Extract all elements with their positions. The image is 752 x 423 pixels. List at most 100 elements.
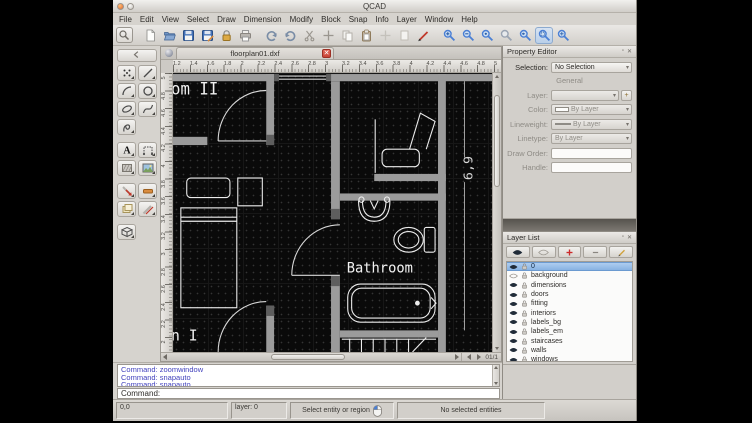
layer-row[interactable]: 0	[507, 262, 632, 271]
color-combo[interactable]: By Layer	[551, 104, 632, 115]
menu-window[interactable]: Window	[425, 15, 453, 24]
back-button[interactable]	[117, 49, 157, 62]
eye-icon[interactable]	[509, 292, 518, 298]
plus-red-button[interactable]	[558, 246, 582, 258]
menu-modify[interactable]: Modify	[290, 15, 314, 24]
layer-row[interactable]: windows	[507, 355, 632, 362]
tool-arc-button[interactable]	[117, 83, 136, 99]
handle-input[interactable]	[551, 162, 632, 173]
title-bar[interactable]: QCAD	[113, 0, 636, 13]
eye-icon[interactable]	[509, 357, 518, 362]
print-button[interactable]	[236, 27, 254, 44]
menu-draw[interactable]: Draw	[217, 15, 236, 24]
tool-image-button[interactable]	[138, 160, 157, 176]
tool-spline-button[interactable]	[138, 101, 157, 117]
pencil-button[interactable]	[609, 246, 633, 258]
menu-snap[interactable]: Snap	[349, 15, 368, 24]
history-scroll-down-icon[interactable]	[494, 382, 498, 385]
reset-button[interactable]	[116, 27, 133, 43]
float-panel-icon[interactable]: ▫	[622, 48, 624, 55]
float-panel-icon[interactable]: ▫	[622, 234, 624, 241]
layer-row[interactable]: staircases	[507, 336, 632, 345]
drawing-canvas[interactable]: om II n I Bathroom 6,9	[173, 73, 492, 352]
layer-row[interactable]: labels_bg	[507, 318, 632, 327]
zoom-auto-button[interactable]	[478, 27, 496, 44]
add-layer-mini-button[interactable]: +	[621, 90, 632, 101]
save-button[interactable]	[179, 27, 197, 44]
eye-off-button[interactable]	[532, 246, 556, 258]
lock-icon[interactable]	[521, 263, 528, 270]
menu-select[interactable]: Select	[187, 15, 209, 24]
zoom-in-button[interactable]	[440, 27, 458, 44]
layer-row[interactable]: fitting	[507, 299, 632, 308]
lock-icon[interactable]	[521, 282, 528, 289]
zoom-window-button[interactable]	[535, 27, 553, 44]
tool-modify-button[interactable]	[117, 183, 136, 199]
lock-icon[interactable]	[521, 328, 528, 335]
tool-measure-button[interactable]	[138, 201, 157, 217]
tool-text-button[interactable]: A	[117, 142, 136, 158]
tool-hatch-button[interactable]	[117, 160, 136, 176]
pan-button[interactable]	[554, 27, 572, 44]
property-editor-title-bar[interactable]: Property Editor ▫✕	[503, 46, 636, 58]
lock-icon[interactable]	[521, 291, 528, 298]
dock-splitter[interactable]	[503, 219, 636, 232]
lock-icon[interactable]	[521, 300, 528, 307]
lineweight-combo[interactable]: By Layer	[551, 119, 632, 130]
horizontal-scrollbar[interactable]: 01/1	[161, 352, 501, 361]
history-scrollbar[interactable]	[492, 365, 499, 386]
layer-row[interactable]: walls	[507, 346, 632, 355]
lock-button[interactable]	[217, 27, 235, 44]
layer-row[interactable]: labels_em	[507, 327, 632, 336]
scroll-up-icon[interactable]	[495, 75, 499, 78]
menu-layer[interactable]: Layer	[397, 15, 417, 24]
close-panel-icon[interactable]: ✕	[627, 48, 632, 55]
close-panel-icon[interactable]: ✕	[627, 234, 632, 241]
layer-combo[interactable]	[551, 90, 619, 101]
lock-icon[interactable]	[521, 338, 528, 345]
tool-circle-button[interactable]	[138, 83, 157, 99]
eye-icon[interactable]	[509, 338, 518, 344]
eye-icon[interactable]	[509, 329, 518, 335]
history-scroll-up-icon[interactable]	[494, 366, 498, 369]
scroll-left-icon[interactable]	[163, 354, 167, 360]
eye-icon[interactable]	[509, 282, 518, 288]
copy-button[interactable]	[338, 27, 356, 44]
new-button[interactable]	[141, 27, 159, 44]
horizontal-scroll-thumb[interactable]	[271, 354, 345, 360]
tool-blocks-button[interactable]	[117, 201, 136, 217]
command-input[interactable]: Command:	[117, 388, 500, 399]
vertical-scrollbar[interactable]	[492, 73, 501, 352]
paste-button[interactable]	[357, 27, 375, 44]
redo-button[interactable]	[281, 27, 299, 44]
menu-info[interactable]: Info	[375, 15, 388, 24]
duplicate-button[interactable]	[376, 27, 394, 44]
undo-button[interactable]	[262, 27, 280, 44]
zoom-out-button[interactable]	[459, 27, 477, 44]
vertical-scroll-thumb[interactable]	[494, 95, 500, 187]
tool-dimension-button[interactable]	[138, 142, 157, 158]
zoom-prev-button[interactable]	[516, 27, 534, 44]
tab-floorplan[interactable]: floorplan01.dxf ✕	[176, 47, 334, 59]
layer-row[interactable]: background	[507, 271, 632, 280]
menu-dimension[interactable]: Dimension	[244, 15, 282, 24]
eye-icon[interactable]	[509, 319, 518, 325]
move-button[interactable]	[319, 27, 337, 44]
scroll-right-icon[interactable]	[455, 354, 459, 360]
delete-button[interactable]	[395, 27, 413, 44]
eye-icon[interactable]	[509, 310, 518, 316]
layer-list-title-bar[interactable]: Layer List ▫✕	[503, 232, 636, 244]
draw-order-input[interactable]	[551, 148, 632, 159]
tool-cube-button[interactable]	[117, 224, 136, 240]
prev-sheet-icon[interactable]	[467, 354, 471, 360]
eye-icon[interactable]	[509, 301, 518, 307]
next-sheet-icon[interactable]	[477, 354, 481, 360]
tool-ellipse-button[interactable]	[117, 101, 136, 117]
lock-icon[interactable]	[521, 347, 528, 354]
menu-help[interactable]: Help	[461, 15, 477, 24]
eye-off-icon[interactable]	[509, 273, 518, 279]
open-button[interactable]	[160, 27, 178, 44]
save-as-button[interactable]	[198, 27, 216, 44]
cut-button[interactable]	[300, 27, 318, 44]
eye-icon[interactable]	[509, 264, 518, 270]
